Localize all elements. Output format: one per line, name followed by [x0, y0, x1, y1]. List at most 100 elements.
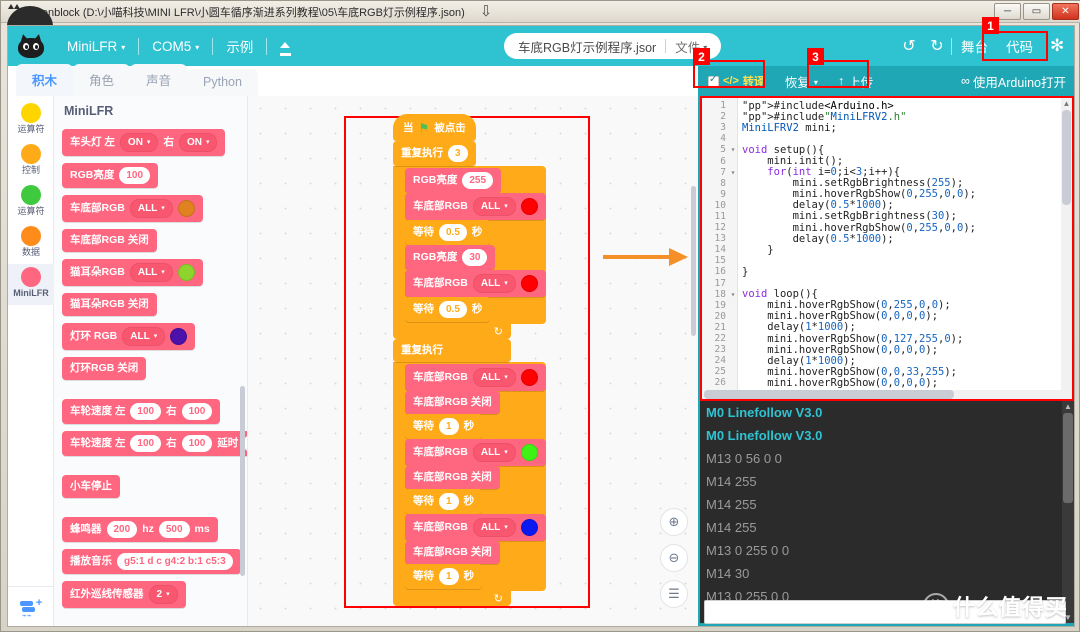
code-line[interactable]: 6 mini.init(); — [702, 155, 1072, 167]
color-swatch[interactable] — [177, 264, 195, 281]
zoom-controls[interactable]: ⊕ ⊖ ☰ — [660, 508, 688, 608]
fold-toggle-icon[interactable]: ▾ — [728, 168, 738, 177]
block-palette[interactable]: MiniLFR 车头灯 左 ON ▾ 右 ON ▾ RGB亮度 100 车底部RGB ALL … — [54, 96, 248, 626]
palette-block-1[interactable]: RGB亮度 100 — [62, 163, 159, 188]
value-field[interactable]: 100 — [130, 403, 162, 420]
block-workspace[interactable]: 当 ⚑ 被点击 重复执行 3 RGB亮度 255 车底部RGB ALL ▾ 等待 0.5 秒 RGB亮度… — [248, 96, 698, 626]
value-field[interactable]: 1 — [439, 418, 459, 435]
forever-block[interactable]: 重复执行 — [393, 339, 511, 362]
value-field[interactable]: 0.5 — [439, 224, 467, 241]
category-item-4[interactable]: MiniLFR — [8, 264, 54, 305]
code-line[interactable]: 18 ▾ void loop(){ — [702, 288, 1072, 300]
dropdown-field[interactable]: ALL ▾ — [472, 443, 516, 462]
when-flag-clicked-block[interactable]: 当 ⚑ 被点击 — [393, 114, 476, 141]
value-field[interactable]: 100 — [181, 403, 213, 420]
palette-block-2[interactable]: 车底部RGB ALL ▾ — [62, 195, 203, 222]
palette-block-0[interactable]: 车头灯 左 ON ▾ 右 ON ▾ — [62, 129, 226, 156]
color-swatch[interactable] — [520, 369, 538, 386]
palette-block-15[interactable]: 播放音乐 g5:1 d c g4:2 b:1 c5:3 — [62, 549, 241, 574]
zoom-out-button[interactable]: ⊖ — [660, 544, 688, 572]
palette-block-14[interactable]: 蜂鸣器 200 hz 500 ms — [62, 517, 218, 542]
palette-scrollbar[interactable] — [240, 386, 245, 576]
palette-block-5[interactable]: 猫耳朵RGB 关闭 — [62, 293, 157, 316]
category-item-0[interactable]: 运算符 — [8, 100, 54, 141]
workspace-scrollbar[interactable] — [691, 186, 696, 336]
tab-blocks[interactable]: 积木 — [16, 64, 74, 96]
maximize-button[interactable]: ▭ — [1023, 3, 1050, 20]
code-line[interactable]: 12 mini.hoverRgbShow(0,255,0,0); — [702, 222, 1072, 234]
value-field[interactable]: 100 — [181, 435, 213, 452]
code-line[interactable]: 8 mini.setRgbBrightness(255); — [702, 177, 1072, 189]
zoom-in-button[interactable]: ⊕ — [660, 508, 688, 536]
color-swatch[interactable] — [520, 519, 538, 536]
script-block-rn1[interactable]: 车底部RGB ALL ▾ — [405, 193, 546, 220]
value-field[interactable]: 100 — [130, 435, 162, 452]
value-field[interactable]: 0.5 — [439, 301, 467, 318]
project-file-chip[interactable]: 车底RGB灯示例程序.jsor 文件 ▾ — [504, 33, 722, 59]
color-swatch[interactable] — [520, 275, 538, 292]
palette-block-12[interactable]: 小车停止 — [62, 475, 120, 498]
code-line[interactable]: 3 MiniLFRV2 mini; — [702, 122, 1072, 134]
stage-toggle-button[interactable]: 舞台 — [952, 36, 997, 56]
upload-button[interactable]: ↑ 上传 — [828, 72, 883, 91]
restore-button[interactable]: 恢复 ▾ — [775, 72, 828, 91]
value-field[interactable]: 255 — [462, 172, 494, 189]
editor-horizontal-scrollbar[interactable] — [704, 390, 1072, 399]
tab-sounds[interactable]: 声音 — [130, 64, 188, 96]
script-block-rn2[interactable]: 等待 0.5 秒 — [405, 220, 491, 245]
color-swatch[interactable] — [177, 200, 195, 217]
script-block-fv6[interactable]: 车底部RGB ALL ▾ — [405, 514, 546, 541]
code-line[interactable]: 9 mini.hoverRgbShow(0,255,0,0); — [702, 188, 1072, 200]
repeat-n-block[interactable]: 重复执行 3 — [393, 141, 476, 166]
palette-block-7[interactable]: 灯环RGB 关闭 — [62, 357, 147, 380]
code-line[interactable]: 1 "pp">#include <Arduino.h> — [702, 100, 1072, 112]
code-line[interactable]: 17 — [702, 278, 1072, 289]
code-line[interactable]: 15 — [702, 255, 1072, 266]
code-line[interactable]: 20 mini.hoverRgbShow(0,0,0,0); — [702, 310, 1072, 322]
fold-toggle-icon[interactable]: ▾ — [728, 145, 738, 154]
scroll-up-icon[interactable]: ▲ — [1062, 402, 1074, 411]
palette-block-16[interactable]: 红外巡线传感器 2 ▾ — [62, 581, 186, 608]
code-editor[interactable]: 1 "pp">#include <Arduino.h> 2 "pp">#include… — [700, 96, 1074, 401]
dropdown-field[interactable]: ON ▾ — [119, 133, 159, 152]
palette-block-10[interactable]: 车轮速度 左100右100延时1000 — [62, 431, 247, 456]
category-item-2[interactable]: 运算符 — [8, 182, 54, 223]
dropdown-field[interactable]: ALL ▾ — [122, 327, 166, 346]
gear-icon[interactable] — [1050, 38, 1066, 54]
palette-block-3[interactable]: 车底部RGB 关闭 — [62, 229, 157, 252]
code-line[interactable]: 23 mini.hoverRgbShow(0,0,0,0); — [702, 344, 1072, 356]
code-line[interactable]: 22 mini.hoverRgbShow(0,127,255,0); — [702, 333, 1072, 345]
code-line[interactable]: 14 } — [702, 244, 1072, 256]
dropdown-field[interactable]: ALL ▾ — [472, 274, 516, 293]
script-block-rn4[interactable]: 车底部RGB ALL ▾ — [405, 270, 546, 297]
code-line[interactable]: 10 delay(0.5*1000); — [702, 199, 1072, 211]
code-line[interactable]: 25 mini.hoverRgbShow(0,0,33,255); — [702, 366, 1072, 378]
device-selector[interactable]: MiniLFR ▾ — [54, 26, 138, 66]
window-controls[interactable]: ─ ▭ ✕ — [994, 3, 1079, 20]
script-block-fv8[interactable]: 等待 1 秒 — [405, 564, 483, 589]
script-block-fv3[interactable]: 车底部RGB ALL ▾ — [405, 439, 546, 466]
category-item-1[interactable]: 控制 — [8, 141, 54, 182]
palette-block-9[interactable]: 车轮速度 左 100 右 100 — [62, 399, 221, 424]
scroll-up-icon[interactable]: ▲ — [1062, 99, 1071, 108]
dropdown-field[interactable]: 2 ▾ — [148, 585, 178, 604]
code-line[interactable]: 5 ▾ void setup(){ — [702, 144, 1072, 156]
translate-checkbox[interactable] — [708, 74, 719, 87]
code-line[interactable]: 2 "pp">#include "MiniLFRV2.h" — [702, 111, 1072, 123]
close-button[interactable]: ✕ — [1052, 3, 1079, 20]
code-line[interactable]: 13 delay(0.5*1000); — [702, 233, 1072, 245]
tab-python[interactable]: Python — [187, 69, 258, 96]
tab-sprites[interactable]: 角色 — [73, 64, 131, 96]
dropdown-field[interactable]: ALL ▾ — [472, 368, 516, 387]
code-line[interactable]: 16} — [702, 266, 1072, 278]
editor-vertical-scrollbar[interactable]: ▲ ▼ — [1061, 98, 1072, 399]
dropdown-field[interactable]: ALL ▾ — [472, 518, 516, 537]
color-swatch[interactable] — [520, 198, 538, 215]
script-block-rn3[interactable]: RGB亮度 30 — [405, 245, 496, 270]
examples-button[interactable]: 示例 — [213, 26, 266, 66]
dropdown-field[interactable]: ALL ▾ — [129, 199, 173, 218]
color-swatch[interactable] — [520, 444, 538, 461]
dropdown-field[interactable]: ON ▾ — [178, 133, 218, 152]
code-toggle-button[interactable]: 代码 — [997, 36, 1042, 56]
code-line[interactable]: 19 mini.hoverRgbShow(0,255,0,0); — [702, 299, 1072, 311]
